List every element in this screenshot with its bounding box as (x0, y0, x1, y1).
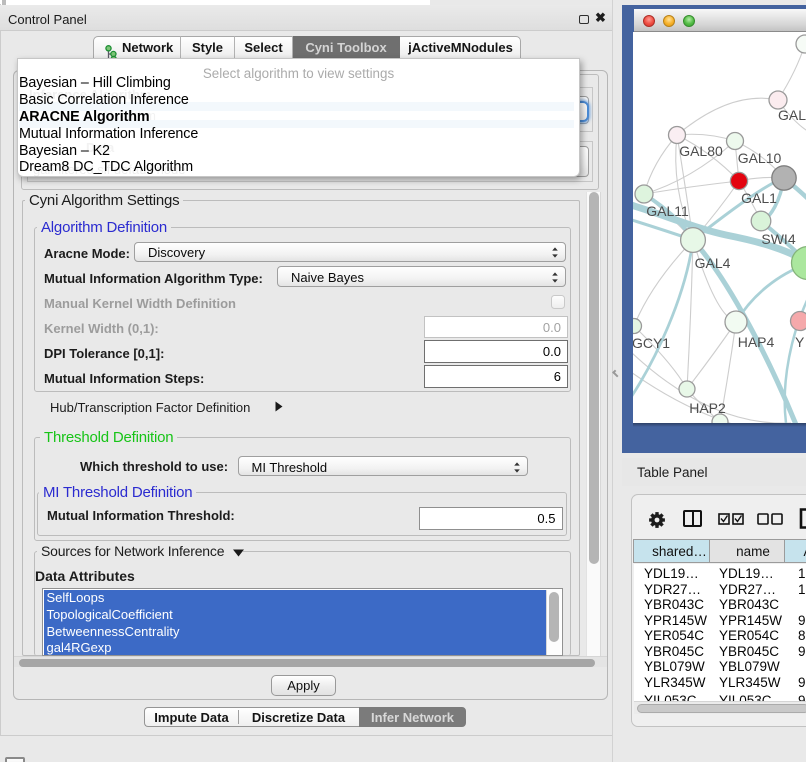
svg-text:GAL80: GAL80 (679, 143, 723, 159)
svg-text:GCY1: GCY1 (633, 335, 670, 351)
svg-text:HAP2: HAP2 (689, 400, 726, 416)
svg-text:GAL10: GAL10 (738, 150, 782, 166)
svg-text:GAL7: GAL7 (778, 107, 806, 123)
svg-text:Y: Y (795, 334, 805, 350)
svg-text:GAL4: GAL4 (695, 255, 731, 271)
svg-text:GAL11: GAL11 (646, 203, 689, 219)
svg-text:HAP4: HAP4 (738, 334, 775, 350)
svg-text:GAL1: GAL1 (741, 190, 777, 206)
svg-text:SWI4: SWI4 (761, 231, 795, 247)
